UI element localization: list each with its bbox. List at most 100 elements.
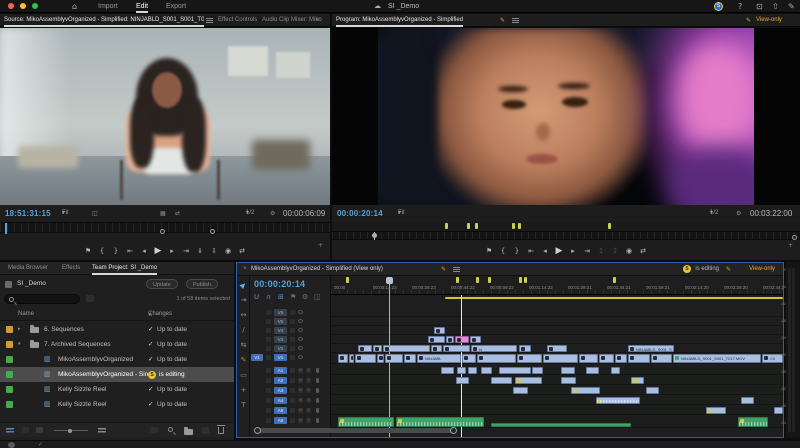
clip[interactable] <box>579 354 598 363</box>
playhead-handle[interactable] <box>386 277 393 284</box>
zoom-slider-handle[interactable] <box>68 429 72 433</box>
timeline-ruler[interactable]: 00:0000:00:14:2300:00:29:2300:00:44:2200… <box>331 284 783 295</box>
safe-margins-icon[interactable]: ◫ <box>92 206 98 221</box>
track-lane-A4[interactable] <box>331 396 783 405</box>
solo-icon[interactable]: S <box>306 408 311 413</box>
clip[interactable] <box>457 367 466 374</box>
export-frame-button[interactable]: ◉ <box>221 241 235 261</box>
clip[interactable] <box>547 345 567 352</box>
panel-menu-icon[interactable] <box>206 18 213 23</box>
snap-icon[interactable]: U <box>254 293 259 301</box>
clip[interactable] <box>651 354 672 363</box>
track-lock-icon[interactable] <box>266 418 271 423</box>
clip[interactable] <box>377 354 384 363</box>
source-resolution-select[interactable]: 1/2 ▾ <box>246 206 249 221</box>
sort-icon[interactable] <box>98 428 106 434</box>
export-frame-button[interactable]: ◉ <box>622 241 636 261</box>
zoom-handle-right[interactable] <box>450 427 457 434</box>
panel-menu-icon[interactable] <box>453 267 460 272</box>
clip[interactable] <box>596 397 640 404</box>
track-target-A6[interactable]: A6 <box>274 417 287 424</box>
clip[interactable] <box>706 407 726 414</box>
mic-icon[interactable] <box>316 388 319 393</box>
mark-out-button[interactable]: } <box>510 241 524 261</box>
sequence-marker[interactable] <box>445 223 448 229</box>
track-output-eye-icon[interactable] <box>298 310 303 314</box>
clip[interactable] <box>470 336 481 343</box>
clip[interactable] <box>631 377 644 384</box>
clip[interactable] <box>586 367 599 374</box>
column-name[interactable]: Name <box>18 311 34 317</box>
add-marker-button[interactable]: ⚑ <box>482 241 496 261</box>
track-target-V1[interactable]: V1 <box>274 354 287 361</box>
track-target-A1[interactable]: A1 <box>274 367 287 374</box>
home-icon[interactable]: ⌂ <box>72 0 77 13</box>
program-playhead-handle[interactable] <box>372 233 377 238</box>
zoom-handle-left[interactable] <box>254 427 261 434</box>
mic-icon[interactable] <box>316 378 319 383</box>
go-to-out-button[interactable]: ⇥ <box>179 241 193 261</box>
source-scrubber[interactable] <box>0 222 330 233</box>
program-zoom-select[interactable]: Fit ▾ <box>398 206 401 221</box>
button-editor-icon[interactable]: + <box>788 242 793 249</box>
project-row[interactable]: ▥Kelly Sizzle Reel✓Up to date <box>0 397 234 412</box>
solo-icon[interactable]: S <box>306 368 311 373</box>
clip[interactable] <box>396 417 484 427</box>
sync-lock-icon[interactable] <box>290 408 295 413</box>
project-row[interactable]: ▾7. Archived Sequences✓Up to date <box>0 337 234 352</box>
project-row[interactable]: ▥Kelly Sizzle Reel✓Up to date <box>0 382 234 397</box>
track-lock-icon[interactable] <box>266 310 271 315</box>
sequence-marker[interactable] <box>467 223 470 229</box>
clip[interactable] <box>455 336 469 343</box>
clip[interactable] <box>611 367 620 374</box>
label-color-chip[interactable] <box>6 326 13 333</box>
track-target-V4[interactable]: V4 <box>274 327 287 334</box>
sequence-marker[interactable] <box>608 223 611 229</box>
track-target-V2[interactable]: V2 <box>274 345 287 352</box>
track-target-A3[interactable]: A3 <box>274 387 287 394</box>
timeline-zoom-scrollbar[interactable] <box>257 428 454 433</box>
clip[interactable] <box>543 354 578 363</box>
clip[interactable] <box>499 367 531 374</box>
timeline-marker[interactable] <box>488 277 491 283</box>
overwrite-button[interactable]: ⇩ <box>207 241 221 261</box>
clip[interactable] <box>383 345 430 352</box>
find-icon[interactable] <box>168 427 173 432</box>
project-row[interactable]: ▥MikoAssemblyvOrganized - SimplifiedSis … <box>0 367 234 382</box>
label-color-chip[interactable] <box>6 341 13 348</box>
play-button[interactable]: ▶ <box>151 241 165 261</box>
track-lock-icon[interactable] <box>266 319 271 324</box>
step-forward-button[interactable]: ▸ <box>566 241 580 261</box>
track-lock-icon[interactable] <box>266 388 271 393</box>
clip[interactable] <box>434 327 445 334</box>
solo-icon[interactable]: S <box>306 388 311 393</box>
source-playhead[interactable] <box>5 223 7 234</box>
track-lock-icon[interactable] <box>266 355 271 360</box>
timeline-timecode[interactable]: 00:00:20:14 <box>254 279 305 289</box>
timeline-marker[interactable] <box>476 277 479 283</box>
clip[interactable] <box>517 354 542 363</box>
clip[interactable] <box>519 345 531 352</box>
label-color-chip[interactable] <box>6 386 13 393</box>
mute-icon[interactable]: M <box>298 388 303 393</box>
track-lock-icon[interactable] <box>266 346 271 351</box>
clip[interactable] <box>338 354 348 363</box>
solo-icon[interactable]: S <box>306 398 311 403</box>
track-lane-A1[interactable] <box>331 366 783 375</box>
track-target-V3[interactable]: V3 <box>274 336 287 343</box>
play-button[interactable]: ▶ <box>552 241 566 261</box>
program-resolution-select[interactable]: 1/2 ▾ <box>710 206 713 221</box>
track-lane-A3[interactable] <box>331 386 783 395</box>
track-lock-icon[interactable] <box>266 328 271 333</box>
track-lane-V5[interactable] <box>331 317 783 326</box>
track-output-eye-icon[interactable] <box>298 346 303 350</box>
panel-menu-icon[interactable] <box>512 18 519 23</box>
mark-out-button[interactable]: } <box>109 241 123 261</box>
nest-icon[interactable]: ⊞ <box>278 293 284 301</box>
clip[interactable] <box>741 397 754 404</box>
settings-grid-icon[interactable]: ▦ <box>160 206 166 221</box>
audio-clip-mixer-tab[interactable]: Audio Clip Mixer: Miko <box>262 14 322 27</box>
clip[interactable] <box>561 377 576 384</box>
clip[interactable] <box>646 387 659 394</box>
source-video-frame[interactable] <box>0 28 330 205</box>
